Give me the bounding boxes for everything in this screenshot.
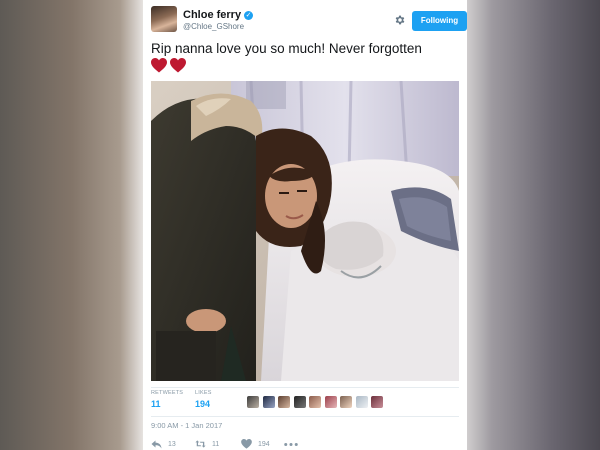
tweet-stats: RETWEETS 11 LIKES 194: [151, 390, 459, 416]
more-button[interactable]: [284, 438, 298, 450]
likes-value: 194: [195, 399, 211, 409]
retweet-button[interactable]: 11: [195, 438, 219, 450]
liker-avatar[interactable]: [293, 396, 306, 408]
tweet-card: Chloe ferry ✓ @Chloe_GShore Following Rip…: [143, 0, 467, 450]
likes-stat[interactable]: LIKES 194: [195, 390, 212, 409]
verified-badge-icon: ✓: [244, 11, 254, 20]
like-icon: [241, 439, 252, 449]
liker-avatar[interactable]: [278, 396, 290, 408]
display-name[interactable]: Chloe ferry ✓: [183, 9, 254, 21]
display-name-text[interactable]: Chloe ferry: [183, 9, 241, 21]
tweet-hearts: [151, 58, 189, 76]
tweet-actions: 13 11 194: [151, 438, 459, 450]
retweet-icon: [195, 440, 206, 448]
liker-avatar[interactable]: [371, 396, 383, 408]
retweets-value: 11: [151, 399, 161, 409]
tweet-header: Chloe ferry ✓ @Chloe_GShore Following: [151, 6, 467, 36]
liker-avatars: [247, 396, 387, 408]
retweets-stat[interactable]: RETWEETS 11: [151, 390, 183, 409]
following-button[interactable]: Following: [412, 11, 467, 31]
photo-illustration: [151, 81, 459, 381]
gear-icon[interactable]: [394, 14, 406, 26]
reply-button[interactable]: 13: [151, 438, 176, 450]
retweets-label: RETWEETS: [151, 390, 184, 396]
reply-icon: [151, 440, 162, 449]
liker-avatar[interactable]: [309, 396, 321, 408]
divider: [151, 416, 459, 417]
liker-avatar[interactable]: [355, 396, 368, 408]
liker-avatar[interactable]: [247, 396, 259, 408]
user-handle[interactable]: @Chloe_GShore: [183, 22, 244, 31]
reply-count: 13: [168, 440, 176, 448]
likes-label: LIKES: [195, 390, 212, 396]
liker-avatar[interactable]: [262, 396, 275, 408]
like-button[interactable]: 194: [241, 438, 270, 450]
tweet-timestamp[interactable]: 9:00 AM - 1 Jan 2017: [151, 421, 222, 430]
liker-avatar[interactable]: [324, 396, 337, 408]
avatar[interactable]: [151, 6, 177, 32]
tweet-text: Rip nanna love you so much! Never forgot…: [151, 41, 422, 56]
liker-avatar[interactable]: [340, 396, 352, 408]
divider: [151, 387, 459, 388]
like-count: 194: [258, 440, 270, 448]
heart-emoji-icon: [170, 58, 186, 73]
tweet-photo[interactable]: [151, 81, 459, 381]
retweet-count: 11: [212, 440, 220, 448]
more-icon: [284, 442, 298, 446]
heart-emoji-icon: [151, 58, 167, 73]
